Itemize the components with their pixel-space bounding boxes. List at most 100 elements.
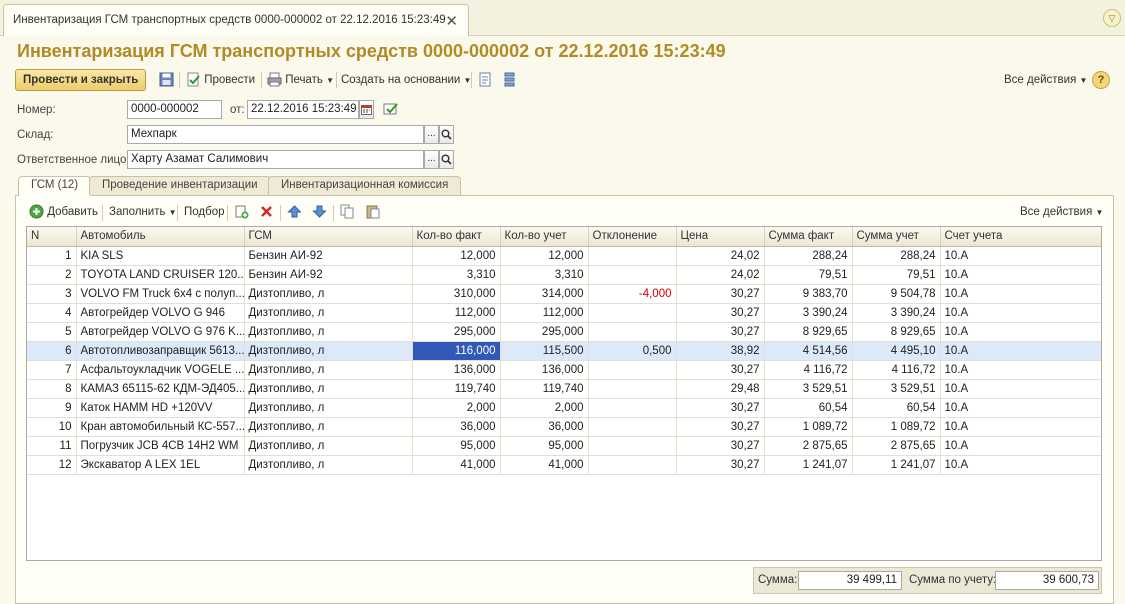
cell-su[interactable]: 4 116,72 [852,360,941,380]
date-field[interactable]: 22.12.2016 15:23:49 [247,100,359,119]
cell-fuel[interactable]: Дизтопливо, л [244,417,413,437]
cell-price[interactable]: 30,27 [676,417,765,437]
cell-price[interactable]: 30,27 [676,436,765,456]
cell-n[interactable]: 5 [27,322,77,342]
cell-dev[interactable] [588,379,677,399]
cell-price[interactable]: 38,92 [676,341,765,361]
cell-qf[interactable]: 36,000 [412,417,501,437]
cell-qf[interactable]: 116,000 [412,341,501,361]
cell-fuel[interactable]: Дизтопливо, л [244,303,413,323]
warehouse-field[interactable]: Мехпарк [127,125,424,144]
cell-sf[interactable]: 2 875,65 [764,436,853,456]
cell-acc[interactable]: 10.А [940,379,1101,399]
cell-acc[interactable]: 10.А [940,398,1101,418]
cell-qf[interactable]: 310,000 [412,284,501,304]
cell-car[interactable]: Автотопливозаправщик 5613... [76,341,245,361]
cell-n[interactable]: 3 [27,284,77,304]
cell-sf[interactable]: 3 529,51 [764,379,853,399]
document-tab[interactable]: Инвентаризация ГСМ транспортных средств … [3,4,469,36]
cell-n[interactable]: 6 [27,341,77,361]
cell-qu[interactable]: 115,500 [500,341,589,361]
cell-car[interactable]: Экскаватор A LEX 1EL [76,455,245,475]
cell-qu[interactable]: 41,000 [500,455,589,475]
cell-qu[interactable]: 12,000 [500,246,589,266]
responsible-field[interactable]: Харту Азамат Салимович [127,150,424,169]
column-header[interactable]: Сумма учет [852,227,941,247]
table-row[interactable]: 1 KIA SLS Бензин АИ-92 12,000 12,000 24,02 288… [27,246,1101,266]
cell-sf[interactable]: 1 089,72 [764,417,853,437]
cell-fuel[interactable]: Дизтопливо, л [244,455,413,475]
cell-car[interactable]: KIA SLS [76,246,245,266]
cell-qf[interactable]: 3,310 [412,265,501,285]
chevron-down-icon[interactable]: ▽ [1103,9,1121,27]
cell-car[interactable]: КАМАЗ 65115-62 КДМ-ЭД405... [76,379,245,399]
cell-qf[interactable]: 295,000 [412,322,501,342]
cell-qf[interactable]: 41,000 [412,455,501,475]
table-row[interactable]: 10 Кран автомобильный КС-557... Дизтопливо… [27,417,1101,437]
cell-su[interactable]: 2 875,65 [852,436,941,456]
table-row[interactable]: 6 Автотопливозаправщик 5613... Дизтопливо,… [27,341,1101,361]
cell-qf[interactable]: 2,000 [412,398,501,418]
cell-price[interactable]: 30,27 [676,455,765,475]
cell-acc[interactable]: 10.А [940,265,1101,285]
calendar-icon[interactable] [359,100,374,119]
table-row[interactable]: 11 Погрузчик JCB 4CB 14H2 WM Дизтопливо, л… [27,436,1101,456]
column-header[interactable]: Кол-во факт [412,227,501,247]
cell-sf[interactable]: 9 383,70 [764,284,853,304]
cell-qu[interactable]: 136,000 [500,360,589,380]
cell-fuel[interactable]: Дизтопливо, л [244,360,413,380]
cell-su[interactable]: 1 089,72 [852,417,941,437]
cell-qf[interactable]: 112,000 [412,303,501,323]
cell-n[interactable]: 10 [27,417,77,437]
cell-fuel[interactable]: Дизтопливо, л [244,341,413,361]
create-based-on-button[interactable]: Создать на основании ▼ [341,71,471,89]
column-header[interactable]: Счет учета [940,227,1101,247]
cell-qu[interactable]: 314,000 [500,284,589,304]
cell-dev[interactable] [588,322,677,342]
cell-acc[interactable]: 10.А [940,284,1101,304]
cell-su[interactable]: 60,54 [852,398,941,418]
pick-button[interactable]: Подбор [184,204,225,220]
cell-price[interactable]: 30,27 [676,360,765,380]
post-and-close-button[interactable]: Провести и закрыть [15,69,147,91]
cell-car[interactable]: Автогрейдер VOLVO G 946 [76,303,245,323]
cell-acc[interactable]: 10.А [940,246,1101,266]
cell-fuel[interactable]: Дизтопливо, л [244,322,413,342]
cell-su[interactable]: 3 529,51 [852,379,941,399]
close-icon[interactable]: ✕ [445,12,458,30]
save-icon[interactable] [159,71,174,89]
fill-button[interactable]: Заполнить ▼ [109,204,177,220]
cell-su[interactable]: 9 504,78 [852,284,941,304]
cell-qu[interactable]: 3,310 [500,265,589,285]
cell-su[interactable]: 79,51 [852,265,941,285]
arrow-down-icon[interactable] [312,204,327,220]
table-row[interactable]: 3 VOLVO FM Truck 6x4 с полуп... Дизтопливо… [27,284,1101,304]
cell-sf[interactable]: 288,24 [764,246,853,266]
cell-car[interactable]: TOYOTA LAND CRUISER 120... [76,265,245,285]
tab-fuel[interactable]: ГСМ (12) [18,176,92,196]
cell-price[interactable]: 30,27 [676,398,765,418]
cell-price[interactable]: 24,02 [676,265,765,285]
structure-icon[interactable] [502,71,517,89]
cell-price[interactable]: 29,48 [676,379,765,399]
cell-dev[interactable] [588,398,677,418]
cell-su[interactable]: 3 390,24 [852,303,941,323]
cell-su[interactable]: 8 929,65 [852,322,941,342]
cell-dev[interactable] [588,455,677,475]
cell-dev[interactable]: -4,000 [588,284,677,304]
cell-n[interactable]: 11 [27,436,77,456]
cell-n[interactable]: 1 [27,246,77,266]
cell-car[interactable]: Каток HAMM HD +120VV [76,398,245,418]
cell-sf[interactable]: 3 390,24 [764,303,853,323]
cell-sf[interactable]: 8 929,65 [764,322,853,342]
cell-acc[interactable]: 10.А [940,322,1101,342]
cell-price[interactable]: 30,27 [676,284,765,304]
checkmark-doc-icon[interactable] [383,100,398,118]
report-icon[interactable] [478,71,493,89]
cell-dev[interactable]: 0,500 [588,341,677,361]
column-header[interactable]: N [27,227,77,247]
cell-sf[interactable]: 79,51 [764,265,853,285]
cell-acc[interactable]: 10.А [940,436,1101,456]
cell-qf[interactable]: 136,000 [412,360,501,380]
cell-dev[interactable] [588,436,677,456]
